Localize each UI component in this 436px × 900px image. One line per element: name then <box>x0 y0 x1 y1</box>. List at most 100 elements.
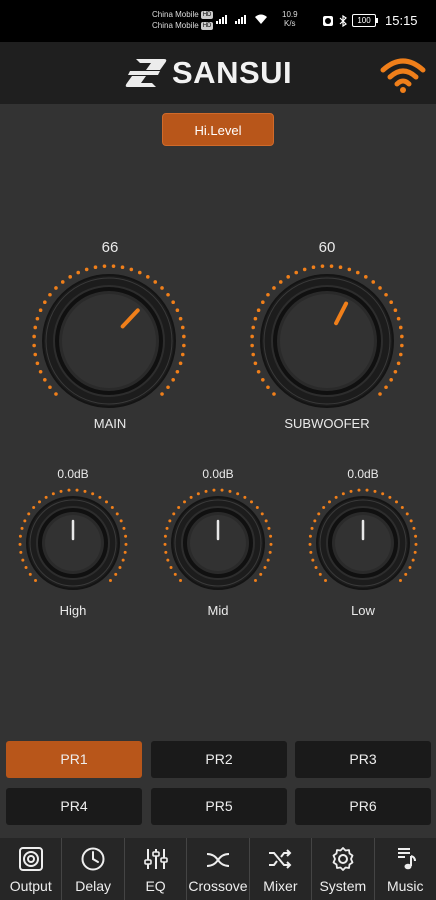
level-dot <box>18 534 22 538</box>
subwoofer-volume-knob[interactable] <box>248 262 406 420</box>
level-dot <box>388 495 392 499</box>
low-label: Low <box>351 603 375 618</box>
level-dot <box>256 369 261 374</box>
level-dot <box>163 542 167 546</box>
level-dot <box>324 578 328 582</box>
level-dot <box>320 264 325 268</box>
main-volume-knob[interactable] <box>30 262 188 420</box>
level-dot <box>393 308 398 313</box>
level-dot <box>308 542 312 546</box>
preset-pr5-button[interactable]: PR5 <box>151 788 287 825</box>
level-dot <box>172 512 176 516</box>
level-dot <box>393 369 398 374</box>
level-dot <box>33 325 38 330</box>
nav-label: Crossove <box>188 878 248 894</box>
nav-eq[interactable]: EQ <box>125 838 188 900</box>
signal-icons <box>216 14 268 24</box>
hd-badge: HD <box>200 21 214 30</box>
hd-badge: HD <box>200 10 214 19</box>
nav-output[interactable]: Output <box>0 838 63 900</box>
level-dot <box>160 392 164 396</box>
level-dot <box>266 558 270 562</box>
level-dot <box>35 316 40 321</box>
level-dot <box>146 275 150 279</box>
low-value: 0.0dB <box>347 467 379 481</box>
level-dot <box>413 550 417 554</box>
level-dot <box>35 361 40 366</box>
knob-graphic <box>250 264 404 408</box>
level-dot <box>121 558 125 562</box>
level-dot <box>129 267 134 272</box>
level-dot <box>317 512 321 516</box>
nav-crossover[interactable]: Crossove <box>187 838 250 900</box>
nav-mixer[interactable]: Mixer <box>250 838 313 900</box>
wifi-status-icon <box>255 14 267 24</box>
nav-music[interactable]: Music <box>375 838 436 900</box>
preset-pr4-button[interactable]: PR4 <box>6 788 142 825</box>
main-value: 66 <box>101 239 119 256</box>
level-dot <box>54 286 58 290</box>
level-dot <box>318 572 322 576</box>
level-dot <box>259 572 263 576</box>
level-dot <box>38 500 42 504</box>
level-dot <box>59 489 63 493</box>
level-dot <box>168 519 172 523</box>
clock: 15:15 <box>385 13 418 28</box>
level-dot <box>23 519 27 523</box>
low-eq-knob[interactable] <box>307 487 419 599</box>
brand-name: SANSUI <box>172 55 293 90</box>
preset-pr2-button[interactable]: PR2 <box>151 741 287 778</box>
level-dot <box>98 495 102 499</box>
level-dot <box>398 352 403 357</box>
level-dot <box>102 264 107 268</box>
carrier-1: China Mobile <box>152 10 199 19</box>
level-dot <box>250 343 254 348</box>
level-dot <box>378 286 382 290</box>
speaker-icon <box>18 847 43 871</box>
level-dot <box>365 488 369 492</box>
clock-icon <box>81 847 105 871</box>
level-dot <box>153 280 158 284</box>
subwoofer-value: 60 <box>318 239 336 256</box>
level-dot <box>160 286 164 290</box>
level-dot <box>178 316 183 321</box>
high-eq-knob[interactable] <box>17 487 129 599</box>
level-dot <box>122 526 126 530</box>
level-dot <box>243 495 247 499</box>
mid-eq-knob[interactable] <box>162 487 274 599</box>
battery-icon: 100 <box>352 14 378 27</box>
level-dot <box>171 378 175 382</box>
preset-pr1-button[interactable]: PR1 <box>6 741 142 778</box>
level-dot <box>75 488 79 492</box>
level-dot <box>378 392 382 396</box>
level-dot <box>76 270 81 275</box>
level-dot <box>269 542 273 546</box>
level-dot <box>43 378 47 382</box>
level-dot <box>400 505 404 509</box>
nav-system[interactable]: System <box>312 838 375 900</box>
level-dot <box>261 300 265 304</box>
preset-pr6-button[interactable]: PR6 <box>295 788 431 825</box>
level-dot <box>173 572 177 576</box>
brand-logo: SANSUI <box>124 55 292 91</box>
level-dot <box>236 492 240 496</box>
nav-label: Delay <box>75 878 112 894</box>
level-dot <box>48 385 52 390</box>
level-dot <box>398 578 402 582</box>
nav-delay[interactable]: Delay <box>62 838 125 900</box>
level-dot <box>394 500 398 504</box>
level-dot <box>60 280 65 284</box>
preset-pr3-button[interactable]: PR3 <box>295 741 431 778</box>
level-dot <box>371 280 376 284</box>
level-dot <box>384 292 388 297</box>
wifi-connection-icon[interactable] <box>379 56 427 94</box>
level-dot <box>261 378 265 382</box>
level-dot <box>179 578 183 582</box>
level-dot <box>400 343 404 348</box>
hi-level-button[interactable]: Hi.Level <box>162 113 274 146</box>
level-dot <box>349 489 353 493</box>
level-dot <box>269 534 273 538</box>
level-dot <box>182 343 186 348</box>
level-dot <box>404 572 408 576</box>
level-dot <box>314 566 318 570</box>
